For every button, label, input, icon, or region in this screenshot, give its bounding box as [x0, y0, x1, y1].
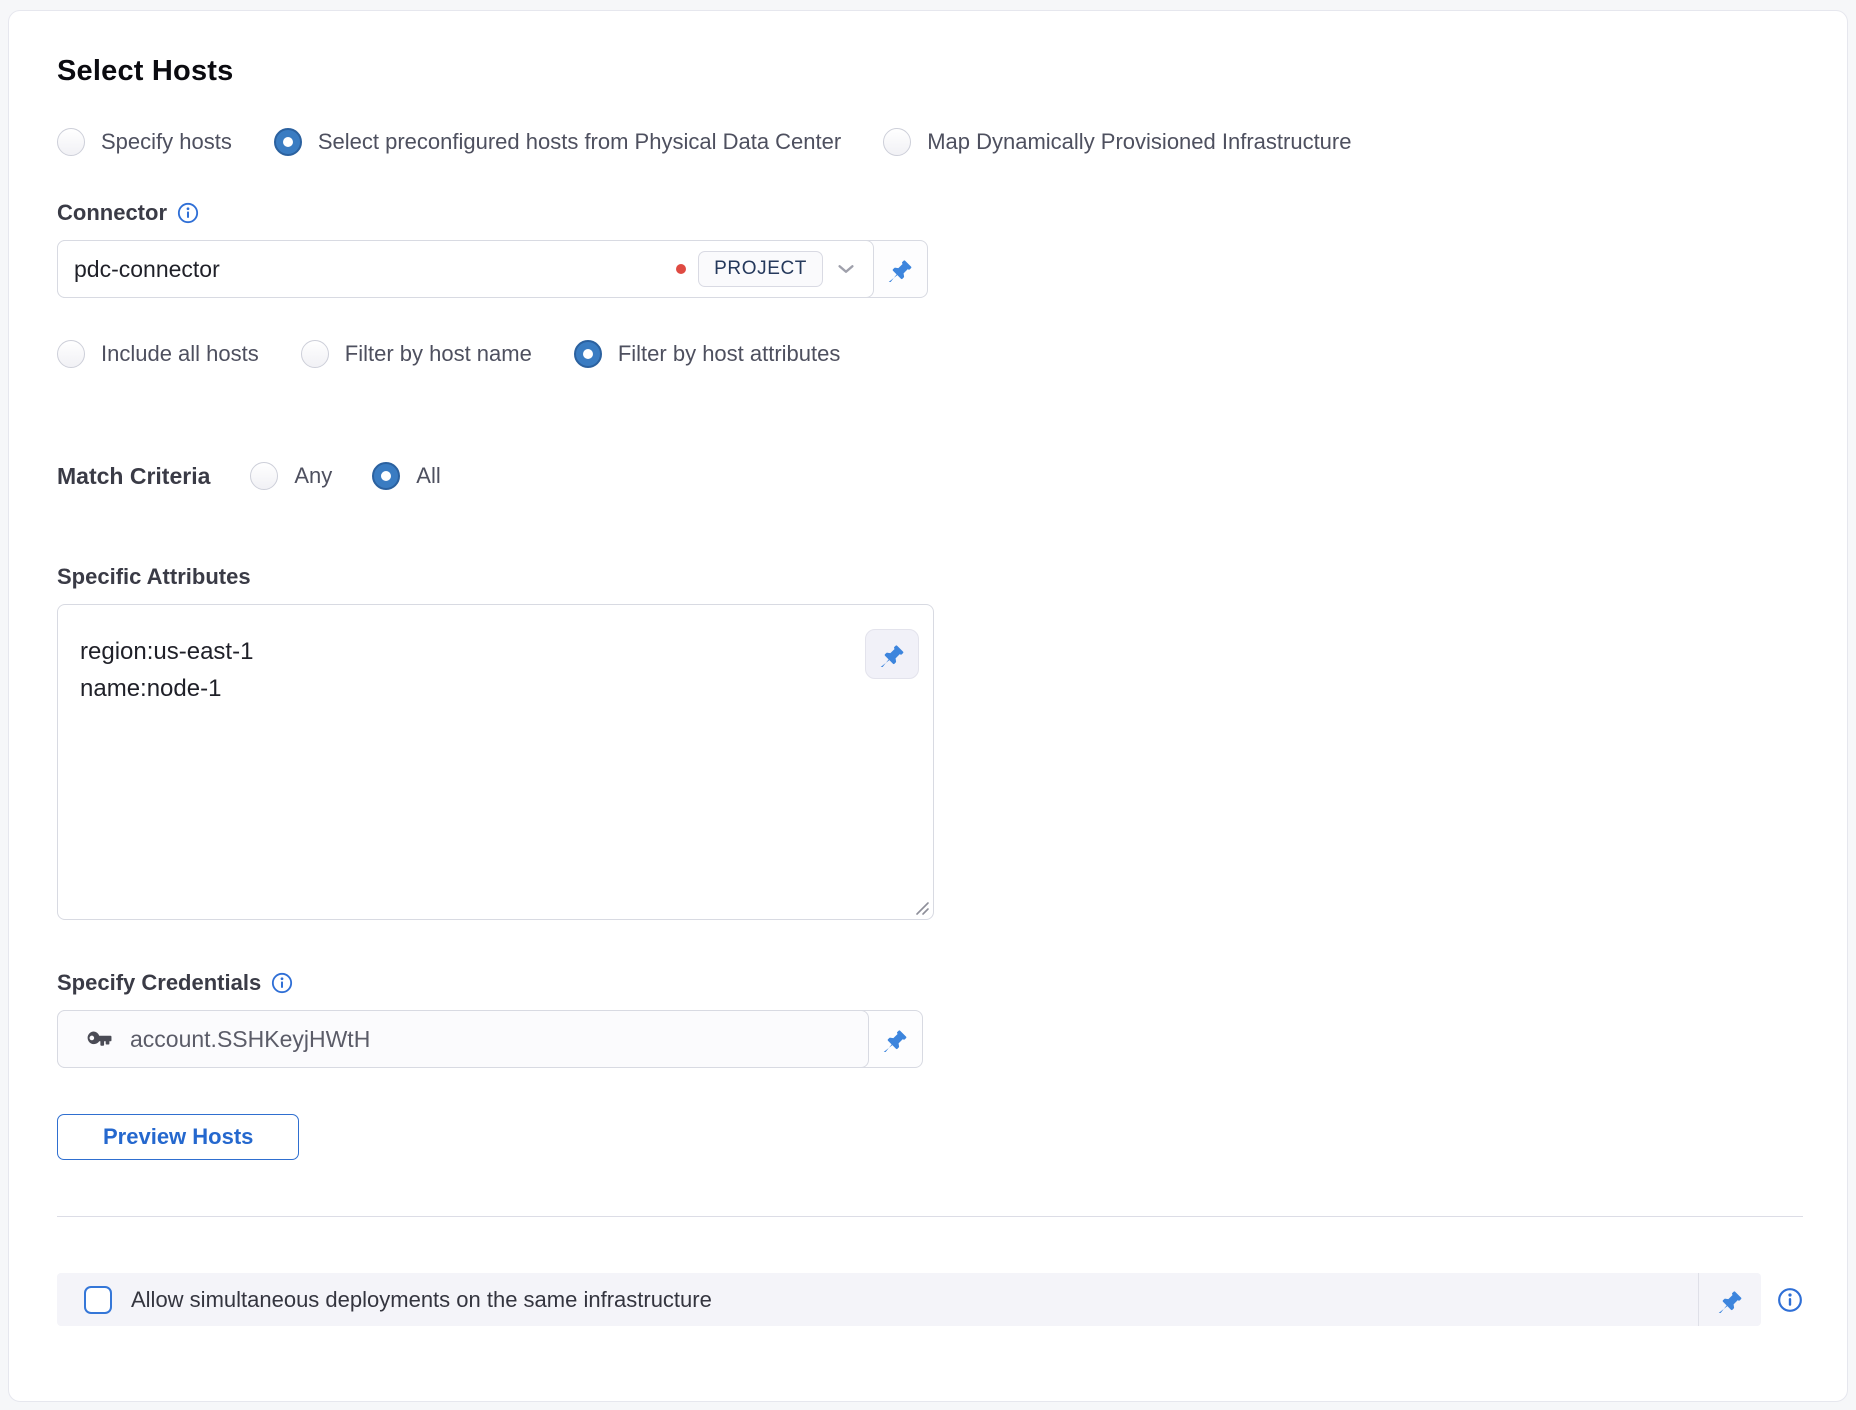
radio-unselected-icon [57, 128, 85, 156]
checkbox-unchecked-icon[interactable] [84, 1286, 112, 1314]
match-criteria-label: Match Criteria [57, 463, 210, 490]
radio-option-label: Filter by host name [345, 341, 532, 367]
required-dot-icon [676, 264, 686, 274]
radio-option-label: Filter by host attributes [618, 341, 841, 367]
radio-unselected-icon [250, 462, 278, 490]
resize-handle[interactable] [914, 900, 930, 916]
radio-option-filter-by-host-name[interactable]: Filter by host name [301, 340, 532, 368]
radio-option-all[interactable]: All [372, 462, 440, 490]
info-icon[interactable] [1777, 1287, 1803, 1313]
host-selection-radio-group: Specify hosts Select preconfigured hosts… [57, 128, 1803, 156]
scope-badge: PROJECT [698, 251, 823, 287]
footer: Allow simultaneous deployments on the sa… [57, 1273, 1803, 1326]
connector-pin-cell [873, 241, 927, 297]
radio-option-dynamic-infrastructure[interactable]: Map Dynamically Provisioned Infrastructu… [883, 128, 1351, 156]
specific-attributes-field: region:us-east-1 name:node-1 [57, 604, 934, 920]
simultaneous-deployments-row: Allow simultaneous deployments on the sa… [57, 1273, 1761, 1326]
connector-label-text: Connector [57, 200, 167, 226]
radio-unselected-icon [883, 128, 911, 156]
specific-attributes-label: Specific Attributes [57, 564, 1803, 590]
connector-field-main[interactable]: PROJECT [57, 240, 874, 298]
chevron-down-icon[interactable] [835, 258, 857, 280]
radio-selected-icon [274, 128, 302, 156]
radio-option-label: Any [294, 463, 332, 489]
radio-option-include-all-hosts[interactable]: Include all hosts [57, 340, 259, 368]
pin-icon [879, 641, 905, 667]
preview-hosts-button[interactable]: Preview Hosts [57, 1114, 299, 1160]
connector-input[interactable] [74, 256, 668, 283]
connector-label: Connector [57, 200, 1803, 226]
checkbox-label: Allow simultaneous deployments on the sa… [131, 1287, 712, 1313]
radio-option-preconfigured-hosts[interactable]: Select preconfigured hosts from Physical… [274, 128, 841, 156]
select-hosts-panel: Select Hosts Specify hosts Select precon… [8, 10, 1848, 1402]
radio-option-specify-hosts[interactable]: Specify hosts [57, 128, 232, 156]
radio-option-label: Map Dynamically Provisioned Infrastructu… [927, 129, 1351, 155]
divider [57, 1216, 1803, 1217]
connector-field: PROJECT [57, 240, 928, 298]
credentials-value: account.SSHKeyjHWtH [130, 1026, 370, 1053]
credentials-selector[interactable]: account.SSHKeyjHWtH [57, 1010, 869, 1068]
radio-unselected-icon [301, 340, 329, 368]
radio-option-label: All [416, 463, 440, 489]
radio-option-label: Select preconfigured hosts from Physical… [318, 129, 841, 155]
specific-attributes-input[interactable]: region:us-east-1 name:node-1 [58, 605, 933, 919]
radio-option-filter-by-host-attributes[interactable]: Filter by host attributes [574, 340, 841, 368]
pin-icon[interactable] [1717, 1287, 1743, 1313]
footer-pin-cell [1699, 1287, 1761, 1313]
pin-icon[interactable] [887, 256, 913, 282]
radio-unselected-icon [57, 340, 85, 368]
radio-option-any[interactable]: Any [250, 462, 332, 490]
radio-option-label: Specify hosts [101, 129, 232, 155]
credentials-label-text: Specify Credentials [57, 970, 261, 996]
match-criteria-radio-group: Match Criteria Any All [57, 462, 1803, 490]
credentials-pin-cell [868, 1011, 922, 1067]
host-filter-radio-group: Include all hosts Filter by host name Fi… [57, 340, 1803, 368]
pin-icon[interactable] [882, 1026, 908, 1052]
radio-selected-icon [574, 340, 602, 368]
page-title: Select Hosts [57, 55, 1803, 88]
key-icon [84, 1024, 114, 1054]
specific-attributes-label-text: Specific Attributes [57, 564, 251, 590]
pin-button[interactable] [865, 629, 919, 679]
info-icon[interactable] [271, 972, 293, 994]
info-icon[interactable] [177, 202, 199, 224]
radio-selected-icon [372, 462, 400, 490]
simultaneous-deployments-option[interactable]: Allow simultaneous deployments on the sa… [84, 1273, 1699, 1326]
radio-option-label: Include all hosts [101, 341, 259, 367]
credentials-field: account.SSHKeyjHWtH [57, 1010, 923, 1068]
credentials-label: Specify Credentials [57, 970, 1803, 996]
